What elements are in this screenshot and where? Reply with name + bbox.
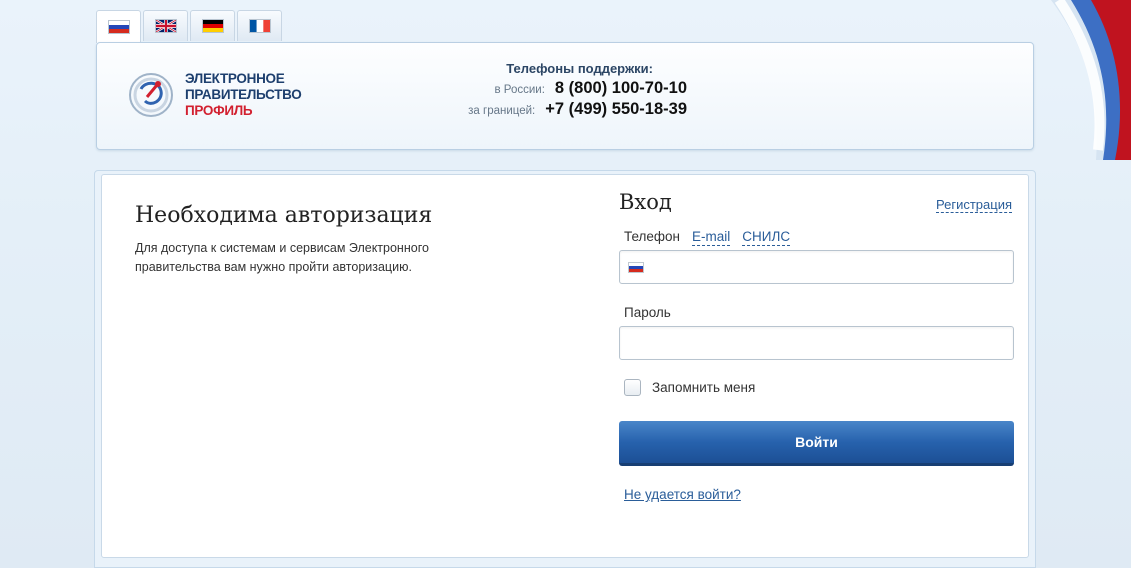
register-link[interactable]: Регистрация — [936, 197, 1012, 213]
remember-me[interactable]: Запомнить меня — [624, 379, 755, 396]
forgot-password-link[interactable]: Не удается войти? — [624, 487, 741, 502]
support-phones: Телефоны поддержки: в России: 8 (800) 10… — [437, 61, 687, 121]
support-phone-russia: в России: 8 (800) 100-70-10 — [437, 79, 687, 100]
support-title: Телефоны поддержки: — [506, 61, 653, 76]
phone-number-abroad: +7 (499) 550-18-39 — [545, 100, 687, 118]
tab-email[interactable]: E-mail — [692, 229, 731, 246]
russian-flag-icon — [628, 262, 644, 273]
password-input[interactable] — [619, 326, 1014, 360]
uk-flag-icon — [154, 19, 177, 33]
phone-label-abroad: за границей: — [468, 105, 536, 117]
phone-number-russia: 8 (800) 100-70-10 — [554, 79, 687, 97]
logo-title-line1: ЭЛЕКТРОННОЕ — [185, 71, 285, 86]
auth-description: Для доступа к системам и сервисам Электр… — [135, 241, 429, 274]
logo-subtitle: ПРОФИЛЬ — [185, 103, 253, 118]
page-title: Необходима авторизация — [135, 203, 433, 228]
login-method-tabs: Телефон E-mail СНИЛС — [624, 229, 791, 246]
remember-checkbox[interactable] — [624, 379, 641, 396]
phone-label-russia: в России: — [494, 84, 545, 96]
lang-tab-french[interactable] — [237, 10, 282, 41]
lang-tab-english[interactable] — [143, 10, 188, 41]
logo-title-line2: ПРАВИТЕЛЬСТВО — [185, 87, 302, 102]
site-header: ЭЛЕКТРОННОЕ ПРАВИТЕЛЬСТВО ПРОФИЛЬ Телефо… — [96, 42, 1034, 150]
main-panel: Необходима авторизация Для доступа к сис… — [101, 174, 1029, 558]
remember-label: Запомнить меня — [652, 380, 756, 395]
support-phone-abroad: за границей: +7 (499) 550-18-39 — [437, 100, 687, 121]
phone-field — [619, 250, 1014, 284]
password-label: Пароль — [624, 305, 671, 320]
site-logo[interactable]: ЭЛЕКТРОННОЕ ПРАВИТЕЛЬСТВО ПРОФИЛЬ — [127, 71, 302, 119]
gov-emblem-icon — [129, 73, 173, 117]
tab-phone[interactable]: Телефон — [624, 229, 680, 246]
tab-snils[interactable]: СНИЛС — [742, 229, 791, 246]
french-flag-icon — [248, 19, 271, 33]
lang-tab-russian[interactable] — [96, 10, 141, 43]
phone-input[interactable] — [652, 251, 1008, 283]
login-button[interactable]: Войти — [619, 421, 1014, 466]
language-switcher — [96, 10, 282, 43]
german-flag-icon — [201, 19, 224, 33]
lang-tab-german[interactable] — [190, 10, 235, 41]
login-title: Вход — [619, 190, 672, 214]
russian-flag-icon — [107, 20, 130, 34]
